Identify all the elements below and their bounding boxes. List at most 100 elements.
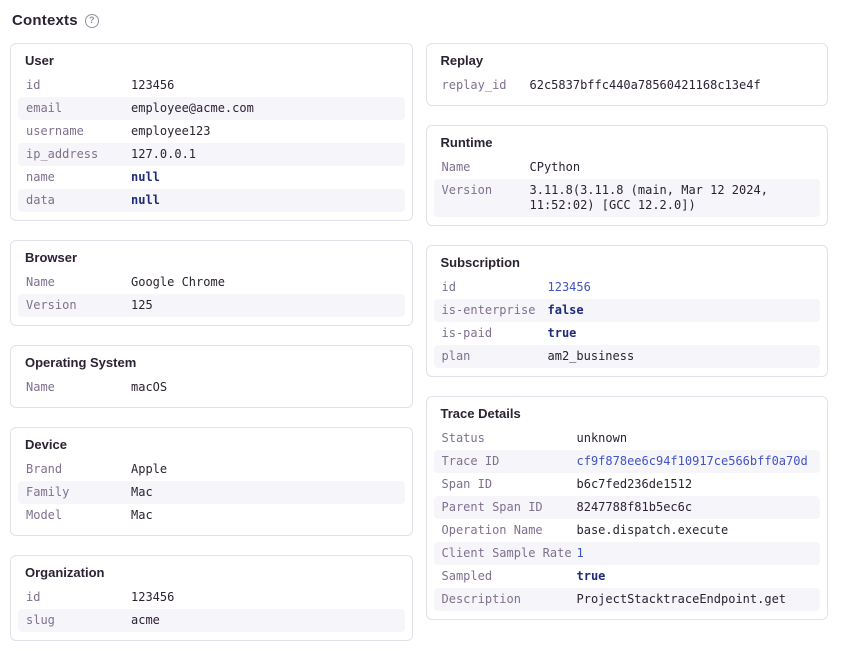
row-value: null [131,193,397,208]
context-card: Subscription id 123456 is-enterprise fal… [426,245,829,377]
key-value-row: id 123456 [434,276,821,299]
row-key: ip_address [26,147,131,162]
context-card: Replay replay_id 62c5837bffc440a78560421… [426,43,829,106]
key-value-list: Name Google Chrome Version 125 [18,271,405,317]
context-card: Trace Details Status unknown Trace ID cf… [426,396,829,620]
row-value: b6c7fed236de1512 [577,477,813,492]
row-key: Span ID [442,477,577,492]
row-key: Status [442,431,577,446]
row-value: ProjectStacktraceEndpoint.get [577,592,813,607]
key-value-row: Parent Span ID 8247788f81b5ec6c [434,496,821,519]
row-key: Name [26,275,131,290]
card-title: Organization [18,563,405,586]
row-key: data [26,193,131,208]
row-key: Brand [26,462,131,477]
key-value-list: id 123456 slug acme [18,586,405,632]
context-card: Runtime Name CPython Version 3.11.8(3.11… [426,125,829,226]
row-key: plan [442,349,548,364]
row-key: id [26,590,131,605]
row-value: macOS [131,380,397,395]
row-value: true [577,569,813,584]
row-key: id [442,280,548,295]
key-value-row: Name CPython [434,156,821,179]
card-title: Runtime [434,133,821,156]
key-value-row: name null [18,166,405,189]
row-value: CPython [530,160,813,175]
row-value: employee123 [131,124,397,139]
key-value-row: replay_id 62c5837bffc440a78560421168c13e… [434,74,821,97]
row-value: Mac [131,508,397,523]
key-value-row: Description ProjectStacktraceEndpoint.ge… [434,588,821,611]
row-value: false [548,303,813,318]
key-value-list: Name CPython Version 3.11.8(3.11.8 (main… [434,156,821,217]
card-title: Device [18,435,405,458]
key-value-list: Brand Apple Family Mac Model Mac [18,458,405,527]
row-value: 3.11.8(3.11.8 (main, Mar 12 2024, 11:52:… [530,183,813,213]
context-card: Operating System Name macOS [10,345,413,408]
key-value-row: data null [18,189,405,212]
row-key: Trace ID [442,454,577,469]
row-key: Version [442,183,530,213]
row-value: Mac [131,485,397,500]
row-key: replay_id [442,78,530,93]
key-value-row: is-enterprise false [434,299,821,322]
row-key: email [26,101,131,116]
card-title: Operating System [18,353,405,376]
row-key: name [26,170,131,185]
row-value: 123456 [131,78,397,93]
value-link[interactable]: cf9f878ee6c94f10917ce566bff0a70d [577,454,813,469]
key-value-row: Span ID b6c7fed236de1512 [434,473,821,496]
row-key: Family [26,485,131,500]
key-value-row: Status unknown [434,427,821,450]
key-value-row: id 123456 [18,74,405,97]
row-key: Sampled [442,569,577,584]
row-value: unknown [577,431,813,446]
question-mark-circle-icon[interactable]: ? [85,14,99,28]
row-value: employee@acme.com [131,101,397,116]
row-value: 123456 [131,590,397,605]
card-title: User [18,51,405,74]
row-key: Client Sample Rate [442,546,577,561]
row-key: Model [26,508,131,523]
row-key: Description [442,592,577,607]
row-key: is-paid [442,326,548,341]
row-value: 123456 [548,280,813,295]
row-value: 62c5837bffc440a78560421168c13e4f [530,78,813,93]
row-value: 8247788f81b5ec6c [577,500,813,515]
row-value: base.dispatch.execute [577,523,813,538]
context-card: Browser Name Google Chrome Version 125 [10,240,413,326]
row-value: Google Chrome [131,275,397,290]
row-key: Name [442,160,530,175]
key-value-list: id 123456 email employee@acme.com userna… [18,74,405,212]
key-value-list: replay_id 62c5837bffc440a78560421168c13e… [434,74,821,97]
key-value-row: Operation Name base.dispatch.execute [434,519,821,542]
key-value-row: Client Sample Rate 1 [434,542,821,565]
key-value-row: Name Google Chrome [18,271,405,294]
row-value: acme [131,613,397,628]
row-key: username [26,124,131,139]
key-value-row: email employee@acme.com [18,97,405,120]
row-key: Name [26,380,131,395]
key-value-row: Family Mac [18,481,405,504]
key-value-row: slug acme [18,609,405,632]
context-card: Device Brand Apple Family Mac Model Mac [10,427,413,536]
card-title: Trace Details [434,404,821,427]
contexts-page: Contexts ? User id 123456 email employee… [0,0,844,651]
row-value: 1 [577,546,813,561]
row-value: true [548,326,813,341]
key-value-row: id 123456 [18,586,405,609]
row-value: null [131,170,397,185]
row-key: id [26,78,131,93]
key-value-row: Model Mac [18,504,405,527]
key-value-row: Name macOS [18,376,405,399]
row-key: Parent Span ID [442,500,577,515]
key-value-row: plan am2_business [434,345,821,368]
context-card: Organization id 123456 slug acme [10,555,413,641]
section-heading: Contexts ? [12,12,828,29]
row-key: is-enterprise [442,303,548,318]
row-value: 127.0.0.1 [131,147,397,162]
row-value: Apple [131,462,397,477]
card-title: Replay [434,51,821,74]
row-key: Operation Name [442,523,577,538]
row-key: Version [26,298,131,313]
